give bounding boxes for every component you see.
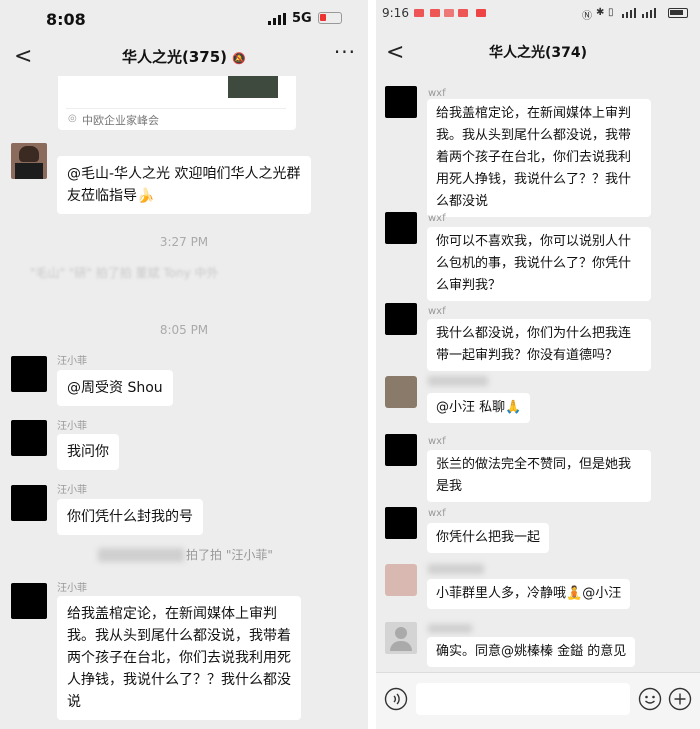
blurred-username bbox=[428, 564, 484, 574]
signal-icon bbox=[622, 8, 636, 18]
right-screenshot: 9:16 Ⓝ ✱ ▯ < 华人之光(374) wxf 给我盖棺定论，在新闻媒体上… bbox=[376, 0, 700, 729]
sender-name: 汪小菲 bbox=[57, 356, 87, 367]
avatar[interactable] bbox=[385, 212, 417, 244]
avatar[interactable] bbox=[385, 622, 417, 654]
network-label: 5G bbox=[292, 11, 312, 26]
message-bubble: 给我盖棺定论，在新闻媒体上审判我。我从头到尾什么都没说，我带着两个孩子在台北，你… bbox=[427, 99, 651, 217]
blurred-username bbox=[98, 548, 184, 562]
message-bubble: 我问你 bbox=[57, 434, 119, 470]
mute-bell-icon: 🔕 bbox=[232, 52, 246, 65]
link-card[interactable]: ◎ 中欧企业家峰会 bbox=[58, 76, 296, 130]
battery-icon bbox=[318, 12, 342, 24]
status-time: 9:16 bbox=[382, 6, 409, 20]
avatar[interactable] bbox=[11, 356, 47, 392]
blurred-username bbox=[428, 624, 472, 633]
message-bubble: @周受资 Shou bbox=[57, 370, 173, 406]
timestamp: 3:27 PM bbox=[159, 235, 209, 249]
message-bubble: 小菲群里人多，冷静哦🧘@小汪 bbox=[427, 579, 631, 609]
timestamp: 8:05 PM bbox=[159, 323, 209, 337]
blurred-system-line: "毛山" "研" 拍了拍 董斌 Tony 中外 bbox=[30, 266, 219, 280]
signal-icon bbox=[268, 13, 286, 25]
bluetooth-icon: ✱ bbox=[596, 7, 605, 18]
nfc-icon: Ⓝ bbox=[582, 11, 592, 22]
blurred-username bbox=[428, 376, 488, 386]
notification-icon bbox=[458, 9, 468, 17]
message-bubble: 你可以不喜欢我，你可以说别人什么包机的事，我说什么了？你凭什么审判我？ bbox=[427, 227, 651, 301]
avatar[interactable] bbox=[385, 86, 417, 118]
sender-name: wxf bbox=[428, 436, 446, 447]
message-bubble: 张兰的做法完全不赞同，但是她我是我 bbox=[427, 450, 651, 502]
notification-icon bbox=[430, 9, 440, 17]
avatar[interactable] bbox=[385, 434, 417, 466]
sender-name: wxf bbox=[428, 213, 446, 224]
notification-icon bbox=[476, 9, 486, 17]
avatar[interactable] bbox=[11, 143, 47, 179]
mini-program-icon: ◎ bbox=[68, 113, 77, 124]
avatar[interactable] bbox=[11, 420, 47, 456]
message-bubble: 你们凭什么封我的号 bbox=[57, 499, 203, 535]
link-card-source: 中欧企业家峰会 bbox=[82, 114, 159, 127]
notification-icon bbox=[444, 9, 454, 17]
avatar[interactable] bbox=[385, 303, 417, 335]
sender-name: wxf bbox=[428, 306, 446, 317]
battery-icon bbox=[668, 8, 688, 18]
sender-name: 汪小菲 bbox=[57, 583, 87, 594]
avatar[interactable] bbox=[385, 564, 417, 596]
sender-name: wxf bbox=[428, 508, 446, 519]
avatar[interactable] bbox=[11, 485, 47, 521]
more-options-icon[interactable]: ··· bbox=[334, 40, 356, 64]
voice-input-icon[interactable] bbox=[384, 687, 408, 711]
chat-title: 华人之光(374) bbox=[488, 45, 588, 61]
message-bubble: @毛山-华人之光 欢迎咱们华人之光群友莅临指导🍌 bbox=[57, 156, 311, 214]
input-bar bbox=[376, 672, 700, 729]
sender-name: 汪小菲 bbox=[57, 421, 87, 432]
left-screenshot: 8:08 5G < 华人之光(375) 🔕 ··· ◎ 中欧企业家峰会 @毛山-… bbox=[0, 0, 368, 729]
pat-notice: 拍了拍 "汪小菲" bbox=[186, 548, 273, 562]
status-time: 8:08 bbox=[46, 10, 86, 29]
emoji-icon[interactable] bbox=[638, 687, 662, 711]
chat-title: 华人之光(375) 🔕 bbox=[122, 48, 246, 66]
message-bubble: 给我盖棺定论，在新闻媒体上审判我。我从头到尾什么都没说，我带着两个孩子在台北，你… bbox=[57, 596, 301, 720]
avatar[interactable] bbox=[11, 583, 47, 619]
avatar[interactable] bbox=[385, 376, 417, 408]
signal-icon bbox=[642, 8, 656, 18]
avatar[interactable] bbox=[385, 507, 417, 539]
notification-icon bbox=[414, 9, 424, 17]
chat-title-bar: < 华人之光(375) 🔕 ··· bbox=[0, 36, 368, 80]
add-icon[interactable] bbox=[668, 687, 692, 711]
message-bubble: 确实。同意@姚榛榛 金鎰 的意见 bbox=[427, 637, 636, 667]
status-bar: 8:08 5G bbox=[0, 0, 368, 36]
link-card-thumbnail bbox=[228, 76, 278, 98]
sender-name: 汪小菲 bbox=[57, 485, 87, 496]
message-bubble: @小汪 私聊🙏 bbox=[427, 393, 531, 423]
message-bubble: 我什么都没说，你们为什么把我连带一起审判我？你没有道德吗？ bbox=[427, 319, 651, 371]
status-bar: 9:16 Ⓝ ✱ ▯ bbox=[376, 0, 700, 36]
message-input[interactable] bbox=[416, 683, 630, 715]
chat-title-bar: < 华人之光(374) bbox=[376, 36, 700, 80]
sender-name: wxf bbox=[428, 88, 446, 99]
vibrate-icon: ▯ bbox=[608, 7, 614, 18]
message-bubble: 你凭什么把我一起 bbox=[427, 523, 550, 553]
